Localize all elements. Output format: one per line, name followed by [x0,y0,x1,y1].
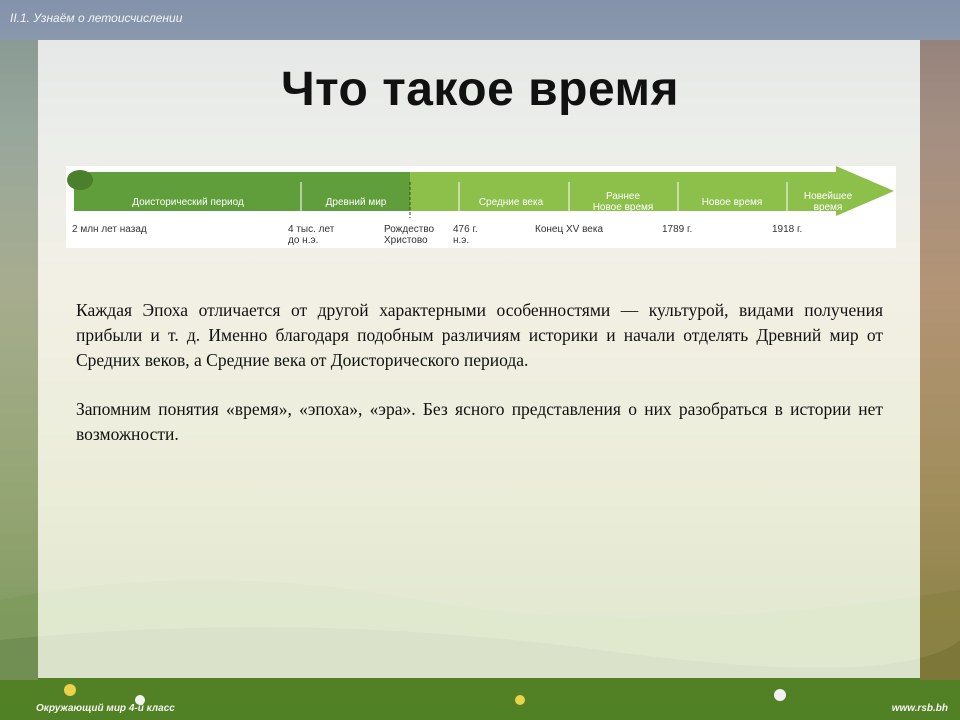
period-label: Новейшее [804,191,853,202]
date-label: 2 млн лет назад [72,224,147,235]
period-label: время [814,202,843,213]
date-label: Рождество [384,224,435,235]
date-label: до н.э. [288,235,318,246]
timeline-start-roll [67,170,93,190]
footer-website: www.rsb.bh [891,703,948,714]
date-label: 1918 г. [772,224,802,235]
date-label: Конец XV века [535,224,603,235]
period-label: Древний мир [326,197,387,208]
date-label: 476 г. [453,224,478,235]
slide-section-caption: II.1. Узнаём о летоисчислении [10,11,183,25]
paragraph: Запомним понятия «время», «эпоха», «эра»… [76,399,883,444]
slide-title: Что такое время [280,63,680,116]
period-label: Средние века [479,197,544,208]
period-label: Новое время [593,202,654,213]
paragraph: Каждая Эпоха отличается от другой характ… [76,300,883,370]
period-label: Новое время [702,197,763,208]
date-label: 1789 г. [662,224,692,235]
footer-course-label: Окружающий мир 4-й класс [36,703,175,714]
slide-body: Каждая Эпоха отличается от другой характ… [76,298,883,471]
date-label: н.э. [453,235,469,246]
period-label: Раннее [606,191,641,202]
date-label: Христово [384,235,428,246]
date-label: 4 тыс. лет [288,224,335,235]
history-timeline: Доисторический период Древний мир Средни… [66,166,896,248]
period-label: Доисторический период [132,197,244,208]
